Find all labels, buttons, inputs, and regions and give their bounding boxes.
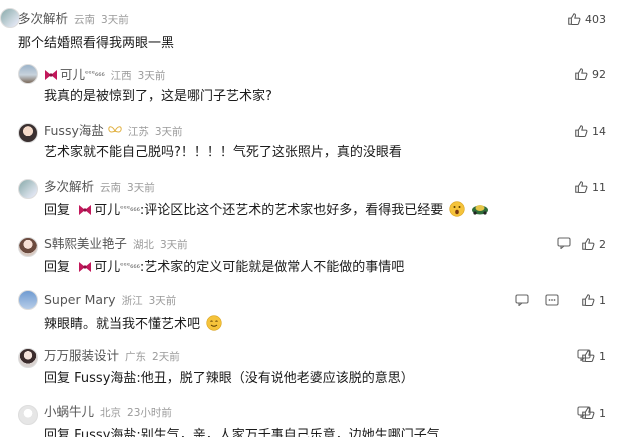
location: 湖北	[132, 239, 154, 251]
reply-prefix: 回复	[44, 203, 71, 218]
location: 云南	[74, 14, 96, 26]
timestamp: 3天前	[127, 182, 155, 194]
thumbs-up-icon	[568, 13, 581, 26]
reply-mention[interactable]: Fussy海盐	[74, 428, 136, 437]
reply-text: :他丑，脱了辣眼（没有说他老婆应该脱的意思）	[136, 371, 414, 386]
comment-item: 多次解析 云南 3天前 403 那个结婚照看得我两眼一黑	[0, 0, 640, 58]
avatar[interactable]	[18, 348, 38, 368]
avatar[interactable]	[18, 405, 38, 425]
reply-prefix: 回复	[44, 428, 71, 437]
comment-text-content: 辣眼睛。就当我不懂艺术吧	[44, 317, 201, 332]
timestamp: 3天前	[137, 70, 166, 82]
username[interactable]: 小蜗牛儿	[44, 404, 94, 419]
location: 云南	[100, 182, 122, 194]
avatar[interactable]	[0, 8, 20, 28]
like-button[interactable]: 1	[581, 349, 606, 363]
reply-text: :别生气，亲，人家万千事自己乐意，边她生哪门子气	[136, 428, 440, 437]
like-button[interactable]: 2	[581, 237, 606, 251]
mention-suffix: ᵉᵉᵉ₆₆₆	[120, 261, 140, 270]
thumbs-up-icon	[575, 125, 588, 138]
reply-mention[interactable]: 可儿	[94, 203, 120, 218]
comment-item: Super Mary 浙江 3天前 1 辣眼睛。就当我不懂艺术吧	[0, 290, 640, 345]
comment-text: 辣眼睛。就当我不懂艺术吧	[44, 315, 222, 334]
comment-text: 回复 Fussy海盐:别生气，亲，人家万千事自己乐意，边她生哪门子气	[44, 427, 440, 437]
reply-text: :艺术家的定义可能就是做常人不能做的事情吧	[139, 260, 405, 275]
location: 江西	[110, 70, 132, 82]
comment-text: 我真的是被惊到了，这是哪门子艺术家?	[44, 89, 272, 104]
like-button[interactable]: 1	[581, 293, 606, 307]
thumbs-up-icon	[575, 181, 588, 194]
like-count: 2	[599, 238, 606, 251]
like-button[interactable]: 403	[567, 12, 606, 26]
username[interactable]: 万万服装设计	[44, 348, 119, 363]
reply-prefix: 回复	[44, 260, 71, 275]
bow-icon	[45, 70, 57, 80]
comment-item: Fussy海盐 江苏 3天前 14 艺术家就不能自己脱吗?！！！！气死了这张照片，…	[0, 118, 640, 174]
username[interactable]: Super Mary	[44, 292, 116, 307]
timestamp: 2天前	[152, 351, 180, 363]
more-icon[interactable]	[545, 294, 559, 306]
timestamp: 3天前	[159, 239, 188, 251]
comment-item: 多次解析 云南 3天前 11 回复 可儿ᵉᵉᵉ₆₆₆:评论区比这个还艺术的艺术家也好…	[0, 174, 640, 232]
thumbs-up-icon	[582, 238, 595, 251]
reply-text: :评论区比这个还艺术的艺术家也好多，看得我已经要	[139, 203, 444, 218]
like-count: 403	[585, 13, 606, 26]
like-count: 11	[592, 181, 606, 194]
location: 浙江	[121, 295, 143, 307]
like-button[interactable]: 1	[581, 406, 606, 420]
comment-text: 回复 Fussy海盐:他丑，脱了辣眼（没有说他老婆应该脱的意思）	[44, 370, 414, 388]
timestamp: 3天前	[154, 126, 183, 138]
comment-text: 回复 可儿ᵉᵉᵉ₆₆₆:评论区比这个还艺术的艺术家也好多，看得我已经要	[44, 200, 489, 220]
avatar[interactable]	[18, 179, 38, 199]
avatar[interactable]	[18, 123, 38, 143]
reply-mention[interactable]: Fussy海盐	[74, 371, 136, 386]
comment-item: 小蜗牛儿 北京 23小时前 1 回复 Fussy海盐:别生气，亲，人家万千事自己乐意…	[0, 400, 640, 437]
username[interactable]: 多次解析	[44, 179, 94, 194]
like-count: 92	[592, 68, 606, 81]
timestamp: 3天前	[101, 14, 129, 26]
username[interactable]: 多次解析	[18, 11, 68, 26]
comment-text: 回复 可儿ᵉᵉᵉ₆₆₆:艺术家的定义可能就是做常人不能做的事情吧	[44, 257, 404, 277]
timestamp: 23小时前	[127, 407, 172, 419]
like-count: 1	[599, 407, 606, 420]
timestamp: 3天前	[148, 295, 177, 307]
comment-item: S韩熙美业艳子 湖北 3天前 2 回复 可儿ᵉᵉᵉ₆₆₆:艺术家的定义可能就是做常人…	[0, 232, 640, 290]
comment-item: 万万服装设计 广东 2天前 1 回复 Fussy海盐:他丑，脱了辣眼（没有说他老婆应…	[0, 345, 640, 400]
location: 江苏	[127, 126, 149, 138]
like-count: 14	[592, 125, 606, 138]
astonished-face-icon	[449, 201, 465, 217]
username[interactable]: 可儿	[60, 67, 85, 82]
comment-text: 艺术家就不能自己脱吗?！！！！气死了这张照片，真的没眼看	[44, 145, 402, 160]
comment-text: 那个结婚照看得我两眼一黑	[18, 36, 175, 51]
comment-item: 可儿ᵉᵉᵉ₆₆₆ 江西 3天前 92 我真的是被惊到了，这是哪门子艺术家?	[0, 58, 640, 118]
reply-mention[interactable]: 可儿	[94, 260, 120, 275]
car-icon	[472, 205, 489, 215]
avatar[interactable]	[18, 237, 38, 257]
speech-bubble-icon[interactable]	[557, 237, 571, 249]
butterfly-icon	[108, 126, 122, 133]
like-button[interactable]: 14	[574, 124, 606, 138]
mention-suffix: ᵉᵉᵉ₆₆₆	[120, 204, 140, 213]
speech-bubble-icon[interactable]	[515, 294, 529, 306]
like-count: 1	[599, 350, 606, 363]
reply-prefix: 回复	[44, 371, 71, 386]
thumbs-up-icon	[582, 294, 595, 307]
avatar[interactable]	[18, 64, 38, 84]
location: 北京	[100, 407, 122, 419]
thumbs-up-icon	[575, 68, 588, 81]
username[interactable]: Fussy海盐	[44, 123, 104, 138]
username-suffix: ᵉᵉᵉ₆₆₆	[85, 69, 105, 78]
bow-icon	[79, 205, 92, 215]
like-button[interactable]: 92	[574, 67, 606, 81]
thumbs-up-icon	[582, 407, 595, 420]
thumbs-up-icon	[582, 350, 595, 363]
like-button[interactable]: 11	[574, 180, 606, 194]
bow-icon	[79, 262, 92, 272]
smiling-face-icon	[206, 315, 222, 331]
location: 广东	[125, 351, 147, 363]
like-count: 1	[599, 294, 606, 307]
avatar[interactable]	[18, 290, 38, 310]
username[interactable]: S韩熙美业艳子	[44, 236, 127, 251]
